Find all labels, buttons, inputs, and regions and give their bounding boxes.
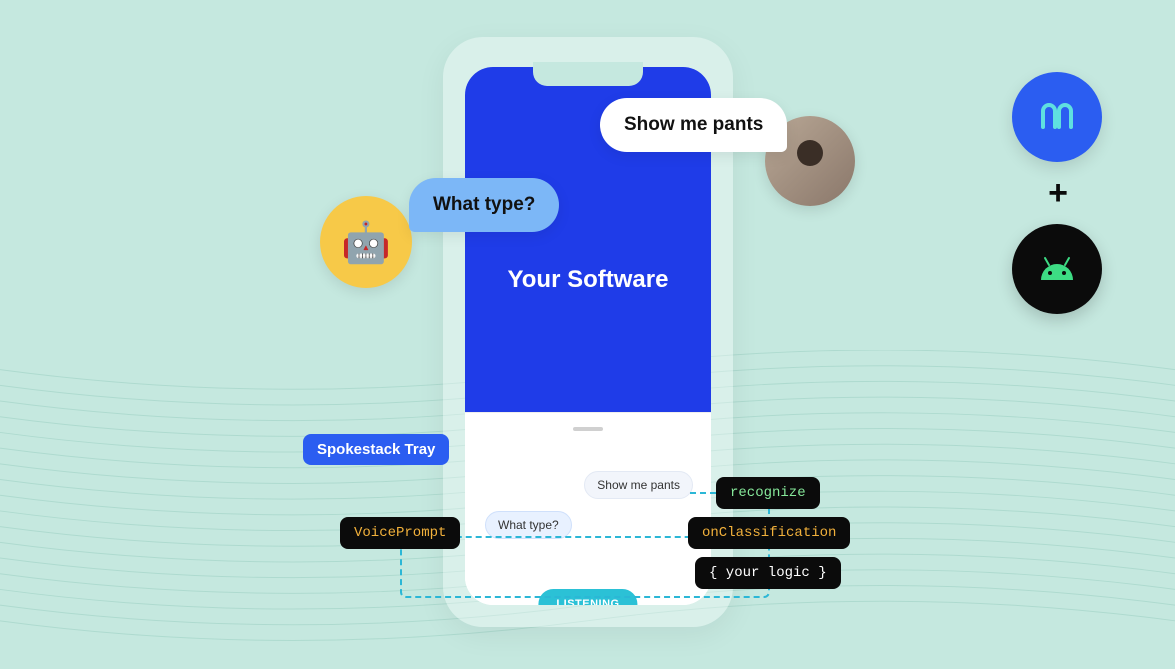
app-title: Your Software bbox=[508, 266, 669, 294]
robot-icon: 🤖 bbox=[341, 219, 391, 266]
phone-notch bbox=[533, 62, 643, 86]
plus-icon: + bbox=[1012, 176, 1104, 210]
tag-recognize: recognize bbox=[716, 477, 820, 509]
logo-stack: + bbox=[1012, 72, 1104, 314]
tray-handle[interactable] bbox=[573, 427, 603, 431]
android-logo-badge bbox=[1012, 224, 1102, 314]
tray-label: Spokestack Tray bbox=[303, 434, 449, 465]
avatar-bot: 🤖 bbox=[320, 196, 412, 288]
tag-on-classification: onClassification bbox=[688, 517, 850, 549]
speech-bubble-bot: What type? bbox=[409, 178, 559, 232]
tag-voice-prompt: VoicePrompt bbox=[340, 517, 460, 549]
spokestack-icon bbox=[1037, 97, 1077, 137]
speech-bubble-user: Show me pants bbox=[600, 98, 787, 152]
tray-message-bot: What type? bbox=[485, 511, 572, 539]
tray-message-user: Show me pants bbox=[584, 471, 693, 499]
spokestack-logo-badge bbox=[1012, 72, 1102, 162]
connector-recognize bbox=[690, 492, 716, 494]
android-icon bbox=[1037, 256, 1077, 282]
tag-your-logic: { your logic } bbox=[695, 557, 841, 589]
